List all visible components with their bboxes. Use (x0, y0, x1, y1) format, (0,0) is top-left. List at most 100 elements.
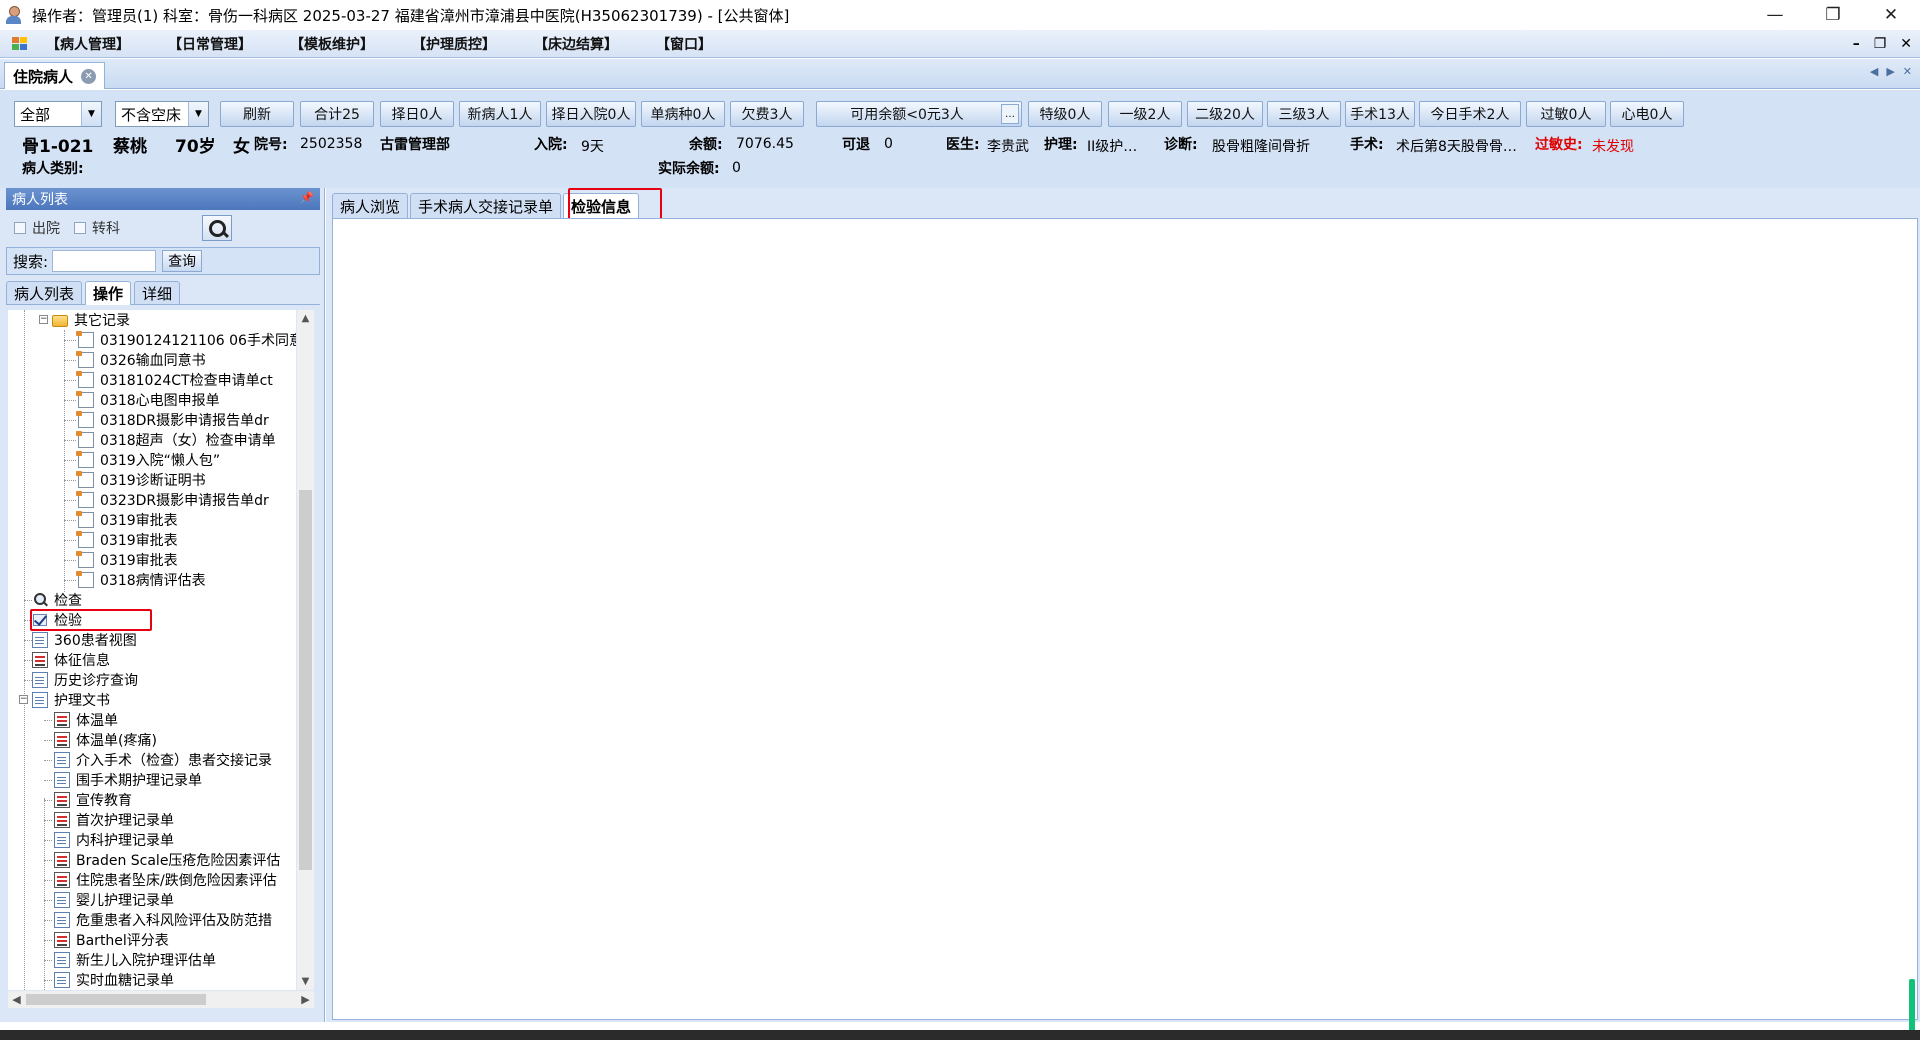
tree-node-record[interactable]: 0318DR摄影申请报告单dr (76, 410, 269, 430)
mdi-restore-icon[interactable]: ❐ (1874, 36, 1887, 52)
ecg-count-button[interactable]: 心电0人 (1610, 101, 1684, 127)
tree-node-nursing-doc[interactable]: 新生儿入院护理评估单 (54, 950, 216, 970)
tree-node-record[interactable]: 0323DR摄影申请报告单dr (76, 490, 269, 510)
tree-node-history-query[interactable]: 历史诊疗查询 (32, 670, 138, 690)
menu-template-maintenance[interactable]: 【模板维护】 (290, 34, 374, 54)
tab-inpatients[interactable]: 住院病人 ✕ (4, 62, 106, 89)
tab-patient-browse[interactable]: 病人浏览 (332, 193, 409, 218)
tree-node-record[interactable]: 0326输血同意书 (76, 350, 206, 370)
scroll-thumb[interactable] (26, 994, 206, 1005)
tree-node-nursing-doc[interactable]: 危重患者入科风险评估及防范措 (54, 910, 272, 930)
restore-icon[interactable]: ❐ (1804, 0, 1862, 30)
tab-patient-list[interactable]: 病人列表 (6, 281, 83, 304)
scheduled-button[interactable]: 择日0人 (380, 101, 454, 127)
tab-surgery-handover[interactable]: 手术病人交接记录单 (410, 193, 562, 218)
tree-node-nursing-doc[interactable]: Braden Scale压疮危险因素评估 (54, 850, 280, 870)
surgery-count-button[interactable]: 手术13人 (1345, 101, 1415, 127)
sheet-icon (54, 852, 70, 868)
level1-care-button[interactable]: 一级2人 (1108, 101, 1182, 127)
more-icon[interactable]: … (1001, 104, 1019, 124)
tree-node-record[interactable]: 03190124121106 06手术同意书 (76, 330, 296, 350)
tab-next-icon[interactable]: ▶ (1886, 65, 1894, 78)
tree-node-nursing-doc[interactable]: 住院患者坠床/跌倒危险因素评估 (54, 870, 277, 890)
special-care-button[interactable]: 特级0人 (1028, 101, 1102, 127)
tree-node-nursing-docs[interactable]: 护理文书 (32, 690, 110, 710)
page-icon (32, 692, 48, 708)
search-input[interactable] (52, 250, 157, 272)
menu-daily-management[interactable]: 【日常管理】 (168, 34, 252, 54)
tree-node-other-records[interactable]: 其它记录 (52, 310, 130, 330)
tree-node-record[interactable]: 0319审批表 (76, 530, 178, 550)
chevron-down-icon[interactable]: ▼ (188, 102, 208, 126)
tree-node-record[interactable]: 0319入院“懒人包” (76, 450, 220, 470)
new-patient-button[interactable]: 新病人1人 (459, 101, 541, 127)
tree-horizontal-scrollbar[interactable]: ◀ ▶ (8, 991, 314, 1008)
chevron-down-icon[interactable]: ▼ (81, 102, 101, 126)
scroll-up-icon[interactable]: ▲ (297, 310, 314, 327)
document-icon (76, 431, 94, 448)
tree-node-nursing-doc[interactable]: 体温单 (54, 710, 118, 730)
tree-node-record[interactable]: 03181024CT检查申请单ct (76, 370, 273, 390)
mdi-close-icon[interactable]: ✕ (1900, 36, 1912, 52)
discharge-checkbox[interactable] (14, 222, 26, 234)
tree-node-vital-signs[interactable]: 体征信息 (32, 650, 110, 670)
tree-node-nursing-doc[interactable]: 首次护理记录单 (54, 810, 174, 830)
tree-node-nursing-doc[interactable]: 内科护理记录单 (54, 830, 174, 850)
close-icon[interactable]: ✕ (1862, 0, 1920, 30)
menu-patient-management[interactable]: 【病人管理】 (46, 34, 130, 54)
tree-node-record[interactable]: 0318心电图申报单 (76, 390, 220, 410)
tab-close-icon[interactable]: ✕ (81, 68, 97, 84)
tree-node-nursing-doc[interactable]: 介入手术（检查）患者交接记录 (54, 750, 272, 770)
page-icon (54, 912, 70, 928)
tree-node-record[interactable]: 0319审批表 (76, 510, 178, 530)
bed-filter-select[interactable]: 不含空床 ▼ (115, 101, 209, 127)
transfer-checkbox[interactable] (74, 222, 86, 234)
scroll-thumb[interactable] (299, 490, 312, 870)
mdi-minimize-icon[interactable]: – (1853, 36, 1860, 52)
scheduled-admission-button[interactable]: 择日入院0人 (546, 101, 636, 127)
tree-node-record[interactable]: 0319诊断证明书 (76, 470, 206, 490)
tree-node-360-view[interactable]: 360患者视图 (32, 630, 137, 650)
tree-node-nursing-doc[interactable]: 婴儿护理记录单 (54, 890, 174, 910)
app-menu-icon[interactable] (12, 36, 28, 51)
allergy-count-button[interactable]: 过敏0人 (1526, 101, 1606, 127)
single-disease-button[interactable]: 单病种0人 (641, 101, 725, 127)
query-button[interactable]: 查询 (162, 250, 203, 272)
tree-node-nursing-doc[interactable]: 体温单(疼痛) (54, 730, 157, 750)
tree-node-nursing-doc[interactable]: 实时血糖记录单 (54, 970, 174, 990)
today-surgery-button[interactable]: 今日手术2人 (1419, 101, 1521, 127)
level3-care-button[interactable]: 三级3人 (1267, 101, 1341, 127)
level2-care-button[interactable]: 二级20人 (1187, 101, 1263, 127)
scroll-left-icon[interactable]: ◀ (8, 991, 25, 1008)
tree-node-nursing-doc[interactable]: Barthel评分表 (54, 930, 169, 950)
tree-node-nursing-doc[interactable]: 宣传教育 (54, 790, 132, 810)
menu-window[interactable]: 【窗口】 (656, 34, 712, 54)
scroll-right-icon[interactable]: ▶ (297, 991, 314, 1008)
tree-node-record[interactable]: 0319审批表 (76, 550, 178, 570)
pin-icon[interactable]: 📌 (300, 191, 314, 204)
refresh-button[interactable]: 刷新 (220, 101, 294, 127)
tree-vertical-scrollbar[interactable]: ▲ ▼ (297, 310, 314, 990)
arrears-button[interactable]: 欠费3人 (730, 101, 804, 127)
tree-node-record[interactable]: 0318病情评估表 (76, 570, 206, 590)
tab-operation[interactable]: 操作 (85, 281, 132, 305)
scroll-down-icon[interactable]: ▼ (297, 973, 314, 990)
tree-node-nursing-doc[interactable]: 围手术期护理记录单 (54, 770, 202, 790)
collapse-icon[interactable]: − (19, 695, 28, 704)
tree-node-record[interactable]: 0318超声（女）检查申请单 (76, 430, 276, 450)
ward-filter-select[interactable]: 全部 ▼ (14, 101, 102, 127)
sheet-icon (54, 792, 70, 808)
collapse-icon[interactable]: − (39, 315, 48, 324)
tree-node-examination[interactable]: 检查 (32, 590, 82, 610)
total-button[interactable]: 合计25 (300, 101, 374, 127)
tab-prev-icon[interactable]: ◀ (1870, 65, 1878, 78)
folder-icon (52, 315, 68, 327)
document-icon (76, 411, 94, 428)
available-balance-button[interactable]: 可用余额<0元3人 … (816, 101, 1022, 127)
minimize-icon[interactable]: — (1746, 0, 1804, 30)
tab-close-all-icon[interactable]: ✕ (1903, 65, 1912, 78)
tab-detail[interactable]: 详细 (134, 281, 181, 304)
search-icon[interactable] (202, 215, 232, 241)
menu-bedside-settlement[interactable]: 【床边结算】 (534, 34, 618, 54)
menu-nursing-quality[interactable]: 【护理质控】 (412, 34, 496, 54)
